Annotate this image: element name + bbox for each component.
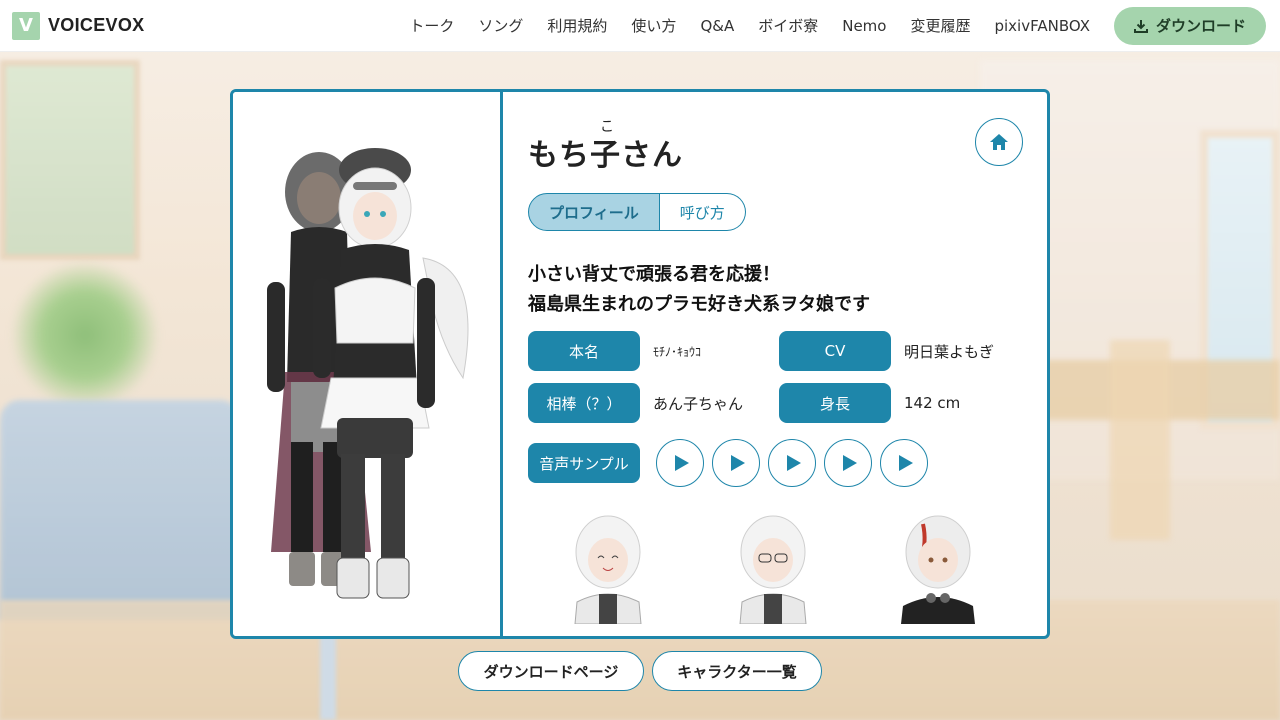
character-card: こ もち子さん プロフィール 呼び方 小さい背丈で頑張る君を応援！ 福島県生まれ… xyxy=(230,89,1050,639)
nav-dormitory[interactable]: ボイボ寮 xyxy=(746,15,830,36)
real-name-value: ﾓﾁﾉ･ｷｮｳｺ xyxy=(653,344,702,359)
height-value: 142 cm xyxy=(904,394,961,412)
voice-sample-buttons xyxy=(656,439,928,487)
nav-howto[interactable]: 使い方 xyxy=(619,15,688,36)
expression-glasses-thumbnail xyxy=(739,515,807,624)
character-name-ruby: こ xyxy=(600,119,614,135)
character-name-block: こ もち子さん xyxy=(528,118,683,174)
voice-sample-row: 音声サンプル xyxy=(528,439,928,487)
voice-sample-play-button-2[interactable] xyxy=(712,439,760,487)
download-page-button[interactable]: ダウンロードページ xyxy=(458,651,644,691)
header-download-button[interactable]: ダウンロード xyxy=(1113,6,1266,45)
voice-sample-label: 音声サンプル xyxy=(528,443,640,483)
voice-sample-play-button-5[interactable] xyxy=(880,439,928,487)
info-row-2: 相棒（？） あん子ちゃん 身長 142 cm xyxy=(528,383,1030,423)
catchphrase: 小さい背丈で頑張る君を応援！ 福島県生まれのプラモ好き犬系ヲタ娘です xyxy=(528,260,870,320)
cv-value: 明日葉よもぎ xyxy=(904,342,995,361)
nav-talk[interactable]: トーク xyxy=(397,15,466,36)
voice-sample-play-button-1[interactable] xyxy=(656,439,704,487)
logo-mark-icon: V xyxy=(12,11,40,40)
partner-label: 相棒（？） xyxy=(528,383,640,423)
download-icon xyxy=(1133,19,1148,33)
tab-how-to-call[interactable]: 呼び方 xyxy=(659,193,746,231)
play-icon xyxy=(898,455,913,471)
site-header: V VOICEVOX トーク ソング 利用規約 使い方 Q&A ボイボ寮 Nem… xyxy=(0,0,1280,52)
nav-fanbox[interactable]: pixivFANBOX xyxy=(982,17,1102,35)
profile-tabs: プロフィール 呼び方 xyxy=(528,193,746,231)
mochiko-character-illustration xyxy=(313,148,469,599)
height-label: 身長 xyxy=(779,383,891,423)
play-icon xyxy=(730,455,745,471)
info-row-1: 本名 ﾓﾁﾉ･ｷｮｳｺ CV 明日葉よもぎ xyxy=(528,331,1030,371)
logo-text: VOICEVOX xyxy=(48,15,145,35)
expression-partner-thumbnail xyxy=(901,515,975,624)
character-profile-panel: こ もち子さん プロフィール 呼び方 小さい背丈で頑張る君を応援！ 福島県生まれ… xyxy=(503,92,1047,636)
nav-nemo[interactable]: Nemo xyxy=(830,17,898,35)
play-icon xyxy=(786,455,801,471)
character-list-button[interactable]: キャラクター一覧 xyxy=(652,651,822,691)
expression-happy-thumbnail xyxy=(574,515,642,624)
real-name-label: 本名 xyxy=(528,331,640,371)
voice-sample-play-button-4[interactable] xyxy=(824,439,872,487)
nav-song[interactable]: ソング xyxy=(466,15,535,36)
play-icon xyxy=(842,455,857,471)
header-download-label: ダウンロード xyxy=(1155,17,1246,35)
partner-value: あん子ちゃん xyxy=(653,394,744,413)
voice-sample-play-button-3[interactable] xyxy=(768,439,816,487)
nav-changelog[interactable]: 変更履歴 xyxy=(898,15,982,36)
character-illustration-panel xyxy=(233,92,503,636)
nav-qa[interactable]: Q&A xyxy=(688,17,746,35)
site-logo[interactable]: V VOICEVOX xyxy=(12,11,145,40)
main-nav: トーク ソング 利用規約 使い方 Q&A ボイボ寮 Nemo 変更履歴 pixi… xyxy=(397,6,1280,45)
cv-label: CV xyxy=(779,331,891,371)
expression-thumbnails xyxy=(563,502,983,624)
play-icon xyxy=(674,455,689,471)
tab-profile[interactable]: プロフィール xyxy=(528,193,660,231)
character-name: もち子さん xyxy=(528,138,683,173)
catchphrase-line-1: 小さい背丈で頑張る君を応援！ xyxy=(528,264,780,285)
home-icon xyxy=(990,134,1008,150)
home-button[interactable] xyxy=(975,118,1023,166)
nav-terms[interactable]: 利用規約 xyxy=(535,15,619,36)
catchphrase-line-2: 福島県生まれのプラモ好き犬系ヲタ娘です xyxy=(528,294,870,315)
